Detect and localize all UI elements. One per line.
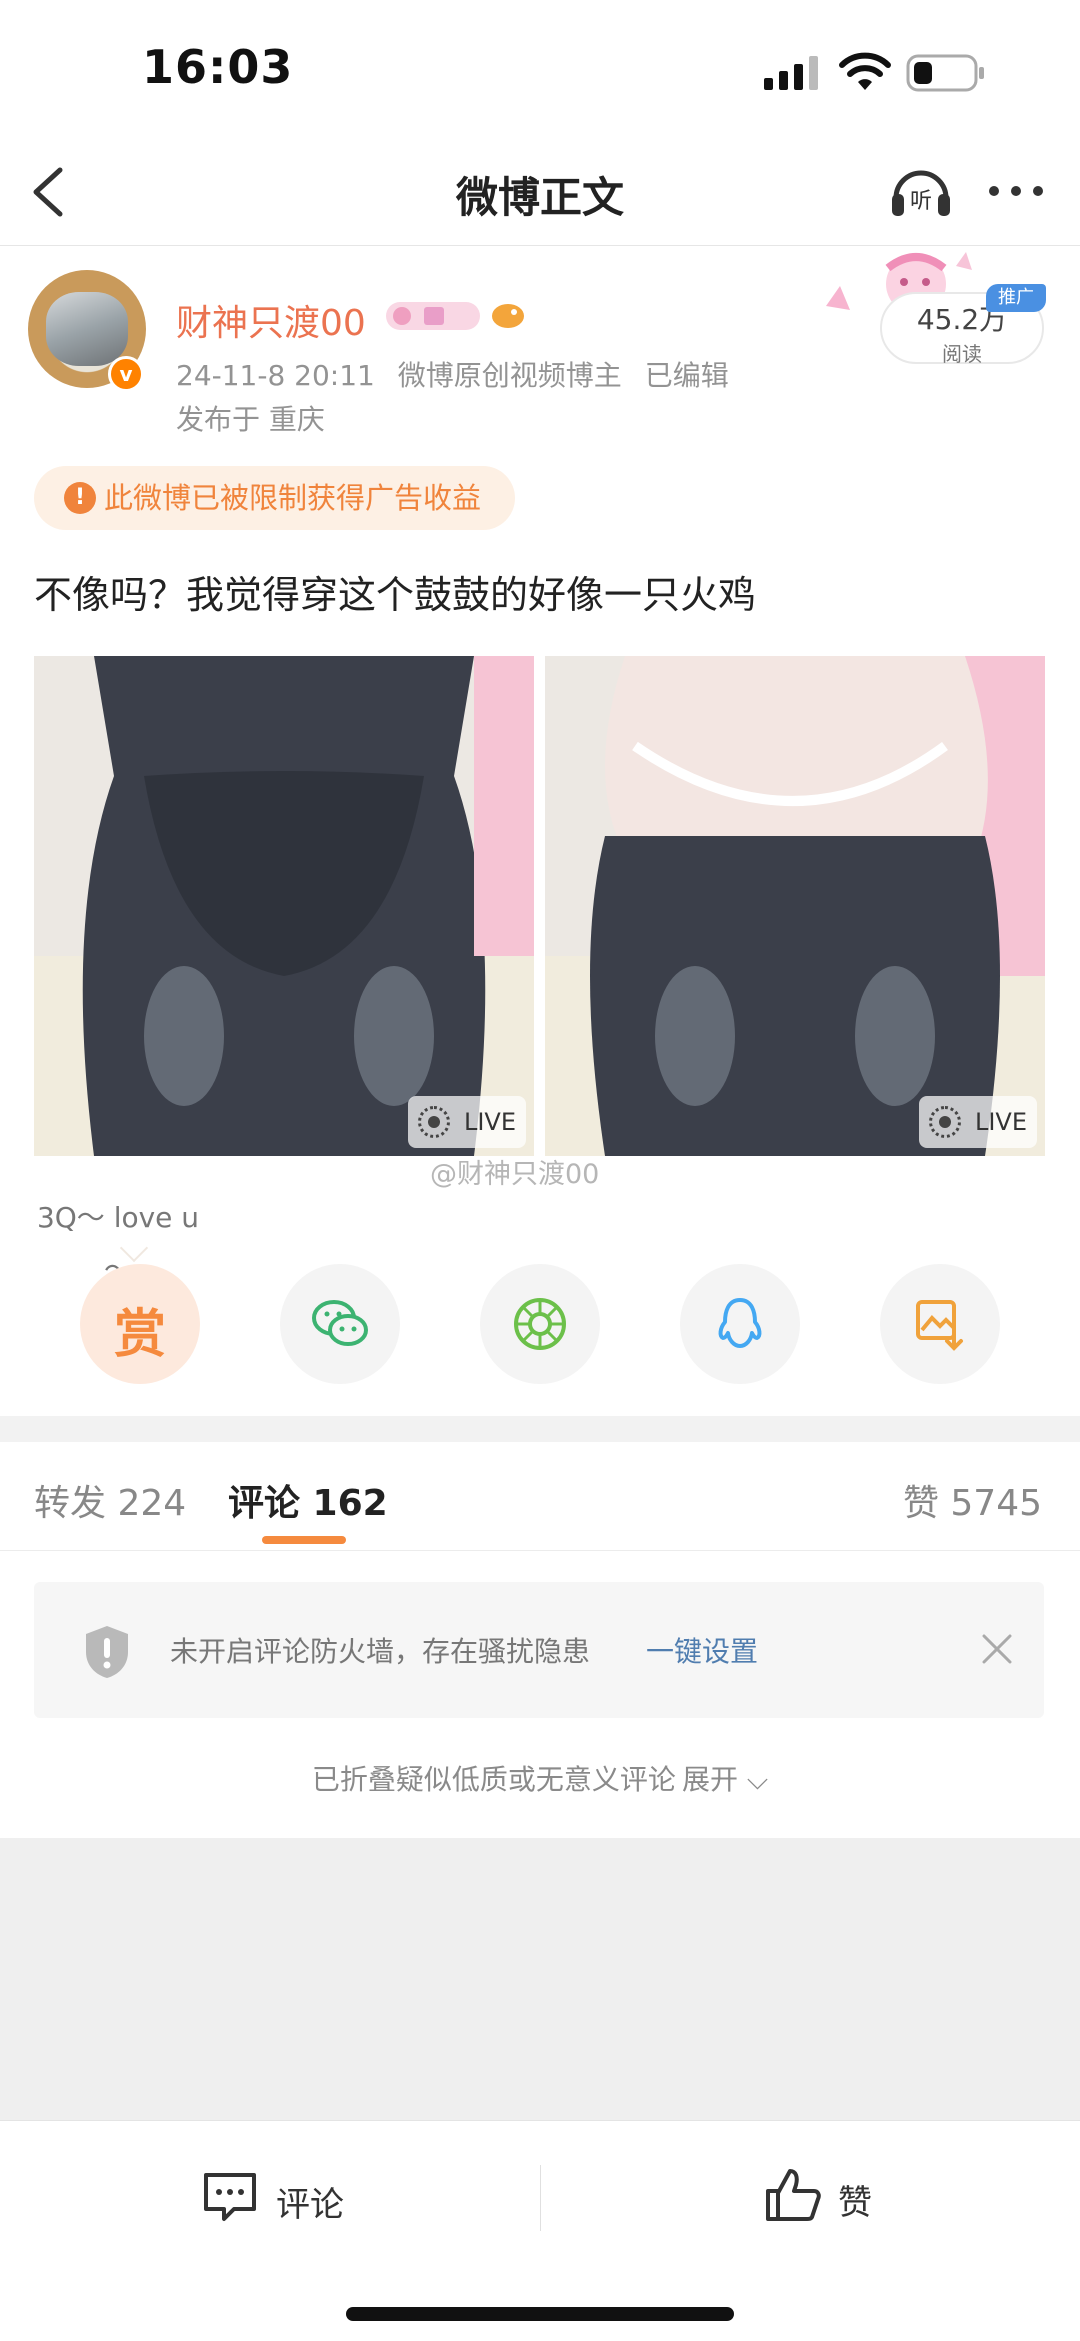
qq-icon [718,1298,762,1348]
live-badge[interactable]: LIVE [407,1096,526,1148]
post-image-1[interactable]: LIVE [34,656,534,1156]
bottom-action-bar: 评论 赞 [0,2120,1080,2341]
post-text: 不像吗？我觉得穿这个鼓鼓的好像一只火鸡 [34,573,757,617]
tab-repost[interactable]: 转发 224 [34,1474,186,1526]
tab-comment[interactable]: 评论 162 [228,1474,388,1526]
author-name[interactable]: 财神只渡00 [176,294,366,346]
reward-button[interactable]: 赏 [80,1264,200,1384]
warning-text: 此微博已被限制获得广告收益 [104,481,482,515]
post-timestamp: 24-11-8 20:11 [176,359,375,392]
share-qq-button[interactable] [680,1264,800,1384]
comment-firewall-notice: 未开启评论防火墙，存在骚扰隐患 一键设置 [34,1582,1044,1718]
post-image-1-drawing [34,656,534,1156]
save-image-icon [916,1300,963,1351]
section-divider [0,1416,1080,1442]
edited-label[interactable]: 已编辑 [645,359,729,392]
live-photo-icon [928,1106,961,1138]
share-moments-button[interactable] [480,1264,600,1384]
tab-like[interactable]: 赞 5745 [903,1474,1042,1526]
read-label: 阅读 [942,342,982,366]
post-location: 发布于 重庆 [176,403,325,436]
listen-headphone-icon[interactable]: 听 [888,158,954,224]
shield-icon [86,1626,128,1678]
more-icon[interactable] [986,176,1046,206]
post-image-2[interactable]: LIVE [545,656,1045,1156]
battery-icon [906,54,984,92]
like-label: 赞 [838,2183,872,2223]
expand-link[interactable]: 展开 ⌵ [682,1763,768,1796]
bottom-bar-separator [540,2165,541,2231]
wechat-icon [312,1300,368,1346]
verified-badge-icon: v [108,356,144,392]
status-time: 16:03 [142,40,294,94]
image-watermark: @财神只渡00 [430,1159,600,1190]
live-label: LIVE [463,1108,516,1136]
avatar-photo [46,292,128,366]
promote-badge[interactable]: 推广 [986,284,1046,312]
post-image-2-drawing [545,656,1045,1156]
thumbs-up-icon [766,2169,821,2221]
home-indicator[interactable] [346,2307,734,2321]
ad-revenue-warning: ! 此微博已被限制获得广告收益 [34,466,516,530]
nav-bar: 微博正文 听 [0,140,1080,246]
comment-label: 评论 [276,2185,344,2225]
empty-comments-area [0,1838,1080,2120]
one-click-setup-link[interactable]: 一键设置 [646,1630,758,1670]
member-badges-icon[interactable] [384,298,528,334]
info-icon: ! [64,482,96,514]
live-label: LIVE [974,1108,1027,1136]
live-badge[interactable]: LIVE [918,1096,1037,1148]
comment-icon [204,2173,256,2221]
reward-caption: 3Q～ love u～ [36,1201,200,1286]
save-image-button[interactable] [880,1264,1000,1384]
live-photo-icon [417,1106,450,1138]
svg-text:听: 听 [910,189,932,214]
tabs-divider [0,1550,1080,1551]
active-tab-indicator [262,1536,346,1544]
author-tag: 微博原创视频博主 [397,359,622,392]
cellular-signal-icon [764,56,818,90]
notice-text: 未开启评论防火墙，存在骚扰隐患 [170,1635,591,1668]
close-icon[interactable] [980,1632,1014,1666]
moments-icon [514,1298,566,1350]
post-meta: 24-11-8 20:11 微博原创视频博主 已编辑 [176,354,743,394]
folded-comments: 已折叠疑似低质或无意义评论 展开 ⌵ [0,1758,1080,1798]
reward-icon: 赏 [113,1305,166,1365]
share-wechat-button[interactable] [280,1264,400,1384]
wifi-icon [839,52,891,90]
status-bar: 16:03 [0,0,1080,140]
folded-text: 已折叠疑似低质或无意义评论 [311,1763,676,1796]
